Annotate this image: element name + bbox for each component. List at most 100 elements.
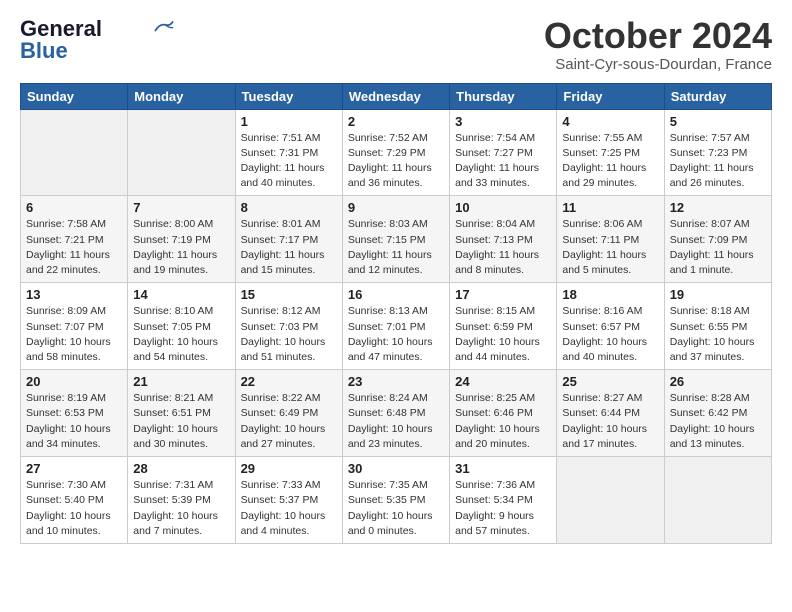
weekday-header-wednesday: Wednesday [342,83,449,109]
calendar-cell: 7 Sunrise: 8:00 AM Sunset: 7:19 PM Daylig… [128,196,235,283]
day-info: Sunrise: 8:13 AM Sunset: 7:01 PM Dayligh… [348,304,444,365]
calendar-cell [128,109,235,196]
day-number: 15 [241,287,337,302]
title-block: October 2024 Saint-Cyr-sous-Dourdan, Fra… [544,16,772,73]
day-info: Sunrise: 8:09 AM Sunset: 7:07 PM Dayligh… [26,304,122,365]
day-info: Sunrise: 7:57 AM Sunset: 7:23 PM Dayligh… [670,131,766,192]
day-number: 25 [562,374,658,389]
calendar-cell: 26 Sunrise: 8:28 AM Sunset: 6:42 PM Dayli… [664,370,771,457]
weekday-header-thursday: Thursday [450,83,557,109]
day-number: 24 [455,374,551,389]
day-number: 5 [670,114,766,129]
calendar-cell: 2Sunrise: 7:52 AM Sunset: 7:29 PM Daylig… [342,109,449,196]
day-info: Sunrise: 7:30 AM Sunset: 5:40 PM Dayligh… [26,478,122,539]
day-info: Sunrise: 7:36 AM Sunset: 5:34 PM Dayligh… [455,478,551,539]
day-number: 7 [133,200,229,215]
calendar-week-row: 1 Sunrise: 7:51 AM Sunset: 7:31 PM Daylig… [21,109,772,196]
logo-bird-icon [154,20,174,34]
day-number: 19 [670,287,766,302]
calendar-cell: 9 Sunrise: 8:03 AM Sunset: 7:15 PM Daylig… [342,196,449,283]
day-info: Sunrise: 8:10 AM Sunset: 7:05 PM Dayligh… [133,304,229,365]
subtitle: Saint-Cyr-sous-Dourdan, France [544,56,772,73]
calendar-cell: 23 Sunrise: 8:24 AM Sunset: 6:48 PM Dayli… [342,370,449,457]
calendar-cell: 18Sunrise: 8:16 AM Sunset: 6:57 PM Dayli… [557,283,664,370]
month-title: October 2024 [544,16,772,56]
calendar-week-row: 27Sunrise: 7:30 AM Sunset: 5:40 PM Dayli… [21,457,772,544]
day-info: Sunrise: 8:01 AM Sunset: 7:17 PM Dayligh… [241,217,337,278]
calendar-cell: 12Sunrise: 8:07 AM Sunset: 7:09 PM Dayli… [664,196,771,283]
day-info: Sunrise: 8:06 AM Sunset: 7:11 PM Dayligh… [562,217,658,278]
calendar-cell: 13 Sunrise: 8:09 AM Sunset: 7:07 PM Dayli… [21,283,128,370]
day-info: Sunrise: 8:21 AM Sunset: 6:51 PM Dayligh… [133,391,229,452]
calendar-cell: 19 Sunrise: 8:18 AM Sunset: 6:55 PM Dayli… [664,283,771,370]
calendar-cell [21,109,128,196]
calendar-cell: 25 Sunrise: 8:27 AM Sunset: 6:44 PM Dayli… [557,370,664,457]
day-info: Sunrise: 8:12 AM Sunset: 7:03 PM Dayligh… [241,304,337,365]
calendar-cell: 17 Sunrise: 8:15 AM Sunset: 6:59 PM Dayli… [450,283,557,370]
day-number: 11 [562,200,658,215]
day-number: 29 [241,461,337,476]
day-number: 17 [455,287,551,302]
page-header: General Blue October 2024 Saint-Cyr-sous… [20,16,772,73]
day-info: Sunrise: 8:28 AM Sunset: 6:42 PM Dayligh… [670,391,766,452]
calendar-week-row: 20Sunrise: 8:19 AM Sunset: 6:53 PM Dayli… [21,370,772,457]
calendar-cell: 15 Sunrise: 8:12 AM Sunset: 7:03 PM Dayli… [235,283,342,370]
day-info: Sunrise: 8:15 AM Sunset: 6:59 PM Dayligh… [455,304,551,365]
day-info: Sunrise: 8:19 AM Sunset: 6:53 PM Dayligh… [26,391,122,452]
day-info: Sunrise: 7:33 AM Sunset: 5:37 PM Dayligh… [241,478,337,539]
day-number: 2 [348,114,444,129]
day-info: Sunrise: 8:16 AM Sunset: 6:57 PM Dayligh… [562,304,658,365]
calendar-cell: 27Sunrise: 7:30 AM Sunset: 5:40 PM Dayli… [21,457,128,544]
day-number: 26 [670,374,766,389]
day-info: Sunrise: 7:51 AM Sunset: 7:31 PM Dayligh… [241,131,337,192]
day-number: 13 [26,287,122,302]
calendar-week-row: 13 Sunrise: 8:09 AM Sunset: 7:07 PM Dayli… [21,283,772,370]
weekday-header-monday: Monday [128,83,235,109]
day-number: 1 [241,114,337,129]
calendar-cell: 29 Sunrise: 7:33 AM Sunset: 5:37 PM Dayli… [235,457,342,544]
calendar-week-row: 6Sunrise: 7:58 AM Sunset: 7:21 PM Daylig… [21,196,772,283]
day-number: 10 [455,200,551,215]
day-number: 30 [348,461,444,476]
calendar-cell: 16 Sunrise: 8:13 AM Sunset: 7:01 PM Dayli… [342,283,449,370]
day-info: Sunrise: 8:24 AM Sunset: 6:48 PM Dayligh… [348,391,444,452]
day-info: Sunrise: 8:25 AM Sunset: 6:46 PM Dayligh… [455,391,551,452]
day-info: Sunrise: 7:58 AM Sunset: 7:21 PM Dayligh… [26,217,122,278]
calendar-cell: 8Sunrise: 8:01 AM Sunset: 7:17 PM Daylig… [235,196,342,283]
calendar-cell: 31 Sunrise: 7:36 AM Sunset: 5:34 PM Dayli… [450,457,557,544]
day-number: 16 [348,287,444,302]
day-number: 21 [133,374,229,389]
day-info: Sunrise: 8:03 AM Sunset: 7:15 PM Dayligh… [348,217,444,278]
calendar-cell: 22 Sunrise: 8:22 AM Sunset: 6:49 PM Dayli… [235,370,342,457]
weekday-header-saturday: Saturday [664,83,771,109]
day-number: 9 [348,200,444,215]
day-number: 23 [348,374,444,389]
calendar-cell: 14Sunrise: 8:10 AM Sunset: 7:05 PM Dayli… [128,283,235,370]
day-number: 4 [562,114,658,129]
calendar-cell: 20Sunrise: 8:19 AM Sunset: 6:53 PM Dayli… [21,370,128,457]
day-info: Sunrise: 7:31 AM Sunset: 5:39 PM Dayligh… [133,478,229,539]
calendar-cell: 28Sunrise: 7:31 AM Sunset: 5:39 PM Dayli… [128,457,235,544]
day-number: 3 [455,114,551,129]
weekday-header-tuesday: Tuesday [235,83,342,109]
logo-blue: Blue [20,38,68,64]
calendar-cell [557,457,664,544]
calendar-cell: 21 Sunrise: 8:21 AM Sunset: 6:51 PM Dayli… [128,370,235,457]
weekday-header-friday: Friday [557,83,664,109]
calendar-cell: 11 Sunrise: 8:06 AM Sunset: 7:11 PM Dayli… [557,196,664,283]
day-info: Sunrise: 8:18 AM Sunset: 6:55 PM Dayligh… [670,304,766,365]
day-info: Sunrise: 8:00 AM Sunset: 7:19 PM Dayligh… [133,217,229,278]
day-info: Sunrise: 7:55 AM Sunset: 7:25 PM Dayligh… [562,131,658,192]
day-info: Sunrise: 8:22 AM Sunset: 6:49 PM Dayligh… [241,391,337,452]
calendar-cell: 6Sunrise: 7:58 AM Sunset: 7:21 PM Daylig… [21,196,128,283]
day-info: Sunrise: 7:54 AM Sunset: 7:27 PM Dayligh… [455,131,551,192]
day-number: 31 [455,461,551,476]
day-info: Sunrise: 7:35 AM Sunset: 5:35 PM Dayligh… [348,478,444,539]
weekday-header-row: SundayMondayTuesdayWednesdayThursdayFrid… [21,83,772,109]
day-number: 12 [670,200,766,215]
calendar-cell: 10Sunrise: 8:04 AM Sunset: 7:13 PM Dayli… [450,196,557,283]
day-number: 22 [241,374,337,389]
calendar-cell [664,457,771,544]
calendar-cell: 3 Sunrise: 7:54 AM Sunset: 7:27 PM Daylig… [450,109,557,196]
day-info: Sunrise: 8:27 AM Sunset: 6:44 PM Dayligh… [562,391,658,452]
